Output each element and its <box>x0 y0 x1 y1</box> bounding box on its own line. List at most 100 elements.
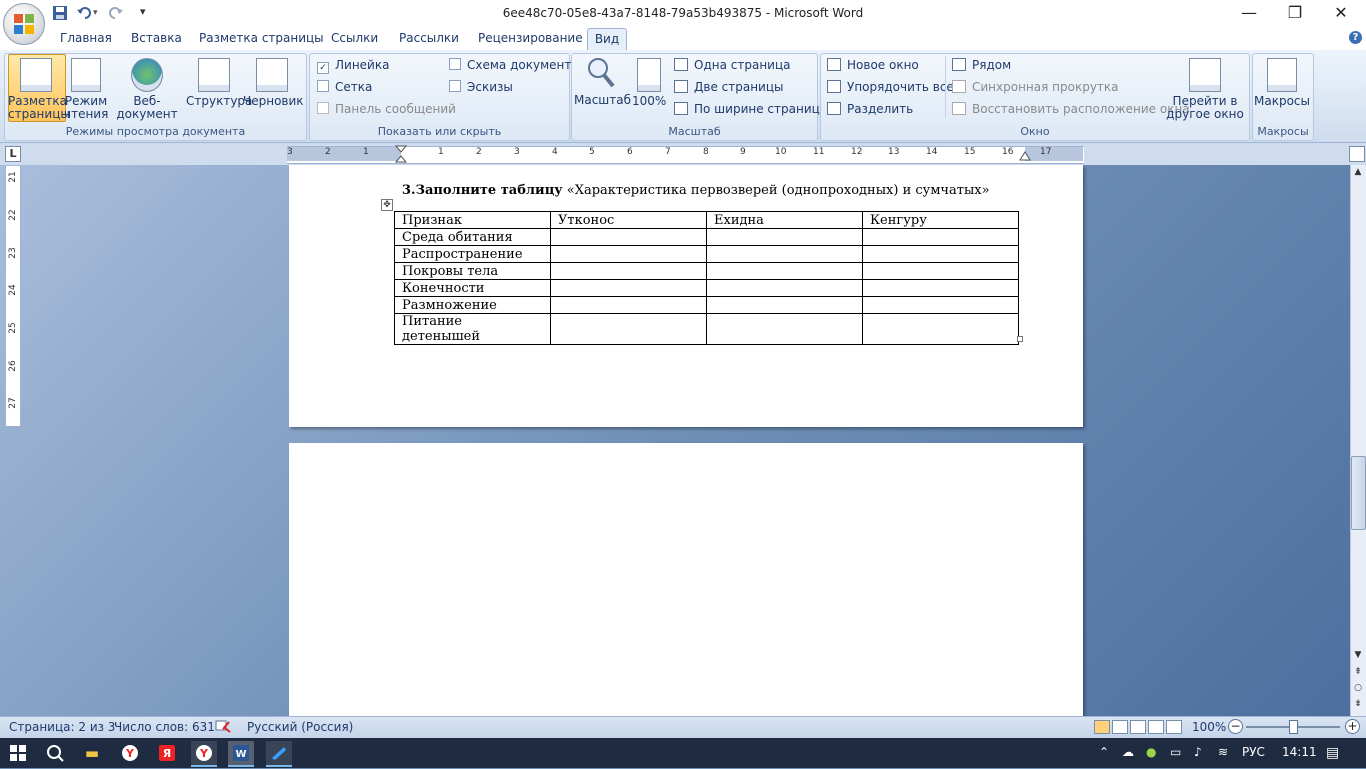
help-icon[interactable]: ? <box>1349 31 1362 44</box>
tab-home[interactable]: Главная <box>60 31 112 45</box>
tray-status-icon[interactable]: ● <box>1146 745 1156 759</box>
web-layout-button[interactable]: Веб-документ <box>108 54 186 121</box>
thumbnails-checkbox[interactable]: Эскизы <box>449 80 513 94</box>
new-window-button[interactable]: Новое окно <box>827 58 919 72</box>
scroll-down-icon[interactable]: ▼ <box>1351 650 1365 664</box>
yandex-browser-icon-2[interactable]: Y <box>191 741 217 767</box>
word-icon[interactable]: W <box>228 741 254 767</box>
close-button[interactable]: ✕ <box>1318 0 1364 28</box>
table-cell[interactable] <box>862 279 1019 297</box>
language-status[interactable]: Русский (Россия) <box>247 720 353 734</box>
table-cell[interactable] <box>550 245 707 263</box>
table-cell[interactable] <box>706 262 863 280</box>
tab-review[interactable]: Рецензирование <box>478 31 583 45</box>
gridlines-checkbox[interactable]: Сетка <box>317 80 372 94</box>
document-map-checkbox[interactable]: Схема документа <box>449 58 579 72</box>
scrollbar-thumb[interactable] <box>1351 456 1366 530</box>
indent-marker-icon[interactable] <box>395 145 407 163</box>
vertical-ruler[interactable]: 21 22 23 24 25 26 27 <box>5 166 21 426</box>
table-cell[interactable] <box>862 262 1019 280</box>
view-ruler-icon[interactable] <box>1349 146 1365 162</box>
table-cell[interactable] <box>706 228 863 246</box>
two-pages-button[interactable]: Две страницы <box>674 80 784 94</box>
previous-page-icon[interactable]: ⇞ <box>1351 667 1365 681</box>
table-cell[interactable]: Распространение <box>394 245 551 263</box>
web-view-icon[interactable] <box>1130 720 1146 734</box>
table-cell[interactable] <box>550 296 707 314</box>
table-cell[interactable] <box>550 262 707 280</box>
clock[interactable]: 14:11 <box>1282 745 1317 759</box>
table-cell[interactable] <box>550 279 707 297</box>
undo-dropdown-icon[interactable]: ▾ <box>93 8 98 18</box>
zoom-button[interactable]: Масштаб <box>574 54 631 107</box>
table-cell[interactable] <box>550 228 707 246</box>
proofing-icon[interactable] <box>214 719 232 733</box>
arrange-all-button[interactable]: Упорядочить все <box>827 80 954 94</box>
word-count-status[interactable]: Число слов: 631 <box>114 720 215 734</box>
document-page[interactable] <box>289 443 1083 723</box>
volume-icon[interactable]: ♪ <box>1194 745 1202 759</box>
minimize-button[interactable]: — <box>1226 0 1272 28</box>
table-cell[interactable] <box>706 279 863 297</box>
table-cell[interactable]: Среда обитания <box>394 228 551 246</box>
zoom-level[interactable]: 100% <box>1192 720 1226 734</box>
zoom-slider-knob[interactable] <box>1289 720 1298 734</box>
page-width-button[interactable]: По ширине страницы <box>674 102 829 116</box>
draft-button[interactable]: Черновик <box>243 54 304 108</box>
yandex-icon[interactable]: Я <box>154 741 180 765</box>
table-header-cell[interactable]: Признак <box>394 211 551 229</box>
table-cell[interactable] <box>706 296 863 314</box>
table-cell[interactable]: Покровы тела <box>394 262 551 280</box>
right-indent-marker-icon[interactable] <box>1019 149 1031 161</box>
yandex-browser-icon[interactable]: Y <box>117 741 143 765</box>
macros-button[interactable]: Макросы <box>1254 54 1310 108</box>
table-cell[interactable] <box>550 313 707 345</box>
zoom-in-button[interactable]: + <box>1345 719 1360 734</box>
checkbox-icon[interactable] <box>317 80 329 92</box>
vertical-scrollbar[interactable] <box>1350 165 1366 716</box>
tray-app-icon[interactable]: ☁ <box>1122 745 1134 759</box>
tab-selector[interactable]: L <box>5 146 21 162</box>
start-icon[interactable] <box>5 741 31 765</box>
tab-references[interactable]: Ссылки <box>331 31 378 45</box>
undo-icon[interactable] <box>76 5 94 23</box>
checkbox-icon[interactable] <box>449 58 461 70</box>
outline-view-icon[interactable] <box>1148 720 1164 734</box>
task-heading[interactable]: 3.Заполните таблицу «Характеристика перв… <box>402 183 990 198</box>
table-cell[interactable]: Питание детенышей <box>394 313 551 345</box>
table-cell[interactable]: Размножение <box>394 296 551 314</box>
scroll-up-icon[interactable]: ▲ <box>1351 167 1365 181</box>
characteristics-table[interactable]: Признак Утконос Ехидна Кенгуру Среда оби… <box>394 211 1019 345</box>
notifications-icon[interactable]: ▤ <box>1326 745 1339 761</box>
zoom-100-button[interactable]: 100% <box>632 54 666 108</box>
browse-object-icon[interactable]: ○ <box>1351 683 1365 697</box>
reading-view-icon[interactable] <box>1112 720 1128 734</box>
table-cell[interactable]: Конечности <box>394 279 551 297</box>
customize-qat-icon[interactable]: ▾ <box>140 5 146 18</box>
ruler-checkbox[interactable]: ✓ Линейка <box>317 58 389 74</box>
table-move-handle-icon[interactable]: ✥ <box>381 199 393 211</box>
table-cell[interactable] <box>862 296 1019 314</box>
checkbox-icon[interactable] <box>449 80 461 92</box>
input-language[interactable]: РУС <box>1242 745 1265 759</box>
outline-button[interactable]: Структура <box>186 54 252 108</box>
zoom-out-button[interactable]: − <box>1228 719 1243 734</box>
table-resize-handle[interactable] <box>1017 336 1023 342</box>
switch-windows-button[interactable]: Перейти в другое окно <box>1163 54 1247 121</box>
restore-button[interactable]: ❐ <box>1272 0 1318 28</box>
view-side-by-side-button[interactable]: Рядом <box>952 58 1011 72</box>
network-icon[interactable]: ≋ <box>1218 745 1228 759</box>
table-header-cell[interactable]: Утконос <box>550 211 707 229</box>
battery-icon[interactable]: ▭ <box>1170 745 1181 759</box>
table-header-cell[interactable]: Ехидна <box>706 211 863 229</box>
table-cell[interactable] <box>862 245 1019 263</box>
tab-page-layout[interactable]: Разметка страницы <box>199 31 324 45</box>
tab-mailings[interactable]: Рассылки <box>399 31 459 45</box>
full-screen-reading-button[interactable]: Режим чтения <box>64 54 108 121</box>
tab-insert[interactable]: Вставка <box>131 31 182 45</box>
save-icon[interactable] <box>52 5 70 23</box>
page-number-status[interactable]: Страница: 2 из 3 <box>9 720 115 734</box>
one-page-button[interactable]: Одна страница <box>674 58 790 72</box>
file-explorer-icon[interactable]: ▬ <box>79 741 105 765</box>
print-layout-view-icon[interactable] <box>1094 720 1110 734</box>
